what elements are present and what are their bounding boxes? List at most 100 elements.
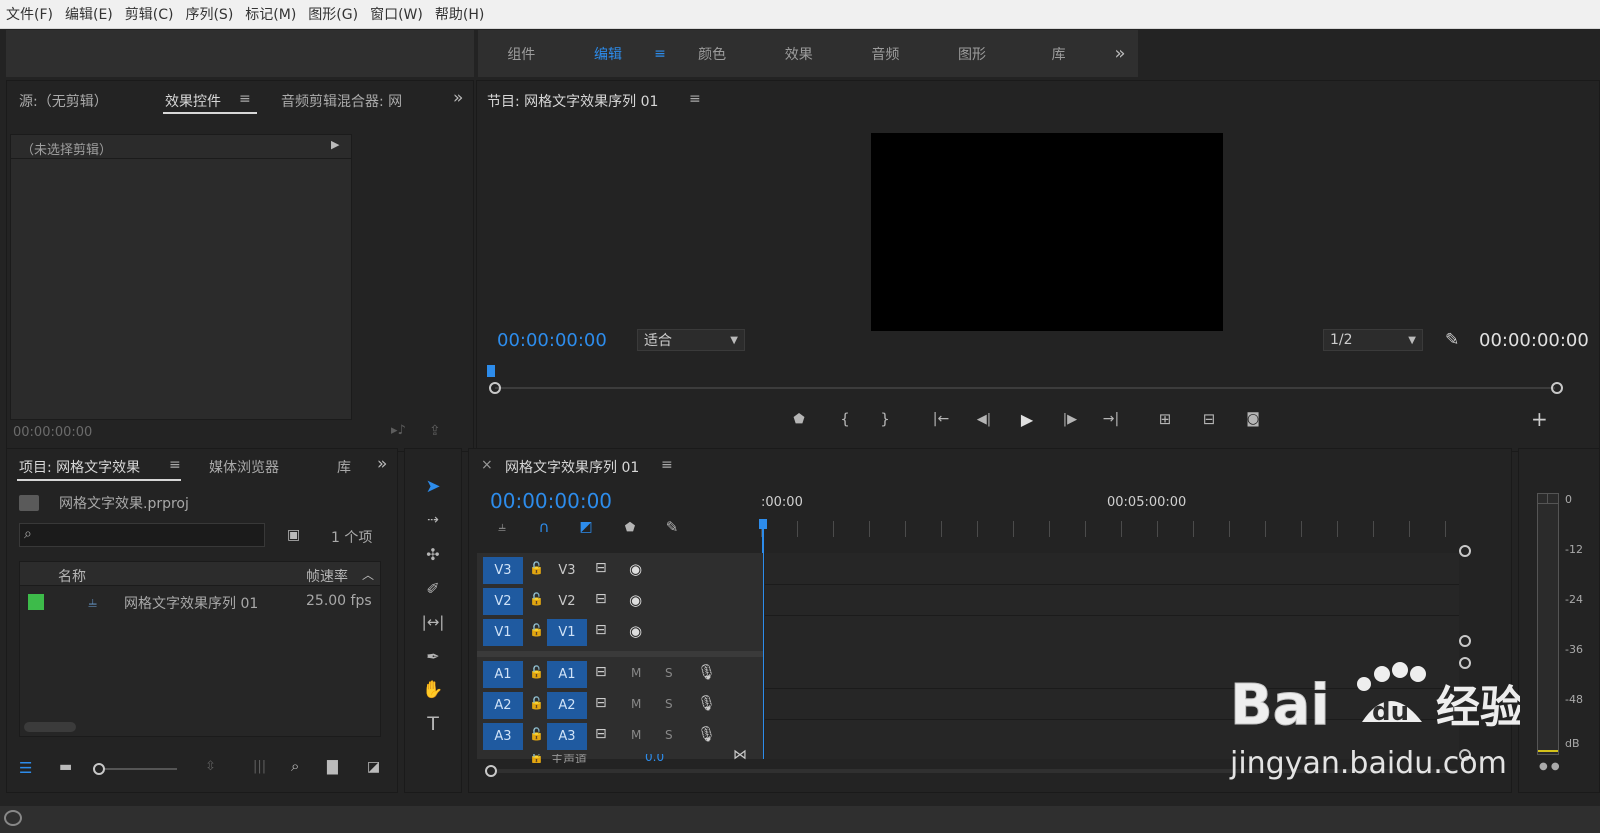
track-select-tool-icon[interactable]: ⇢ — [417, 507, 449, 533]
source-patch-a3[interactable]: A3 — [483, 723, 523, 750]
filter-icon[interactable]: ▸♪ — [391, 423, 406, 438]
workspace-color[interactable]: 颜色 — [669, 44, 756, 64]
automate-to-sequence-icon[interactable]: ||| — [253, 759, 266, 774]
solo-meter-dots[interactable]: ● ● — [1539, 761, 1560, 772]
track-target-a3[interactable]: A3 — [547, 723, 587, 750]
export-frame-camera-icon[interactable]: ◙ — [1241, 409, 1265, 429]
source-patch-v1[interactable]: V1 — [483, 619, 523, 646]
button-editor-plus-icon[interactable]: + — [1531, 407, 1548, 431]
menu-window[interactable]: 窗口(W) — [370, 4, 423, 24]
sync-lock-icon[interactable]: ⊟ — [595, 622, 607, 638]
resolution-select[interactable]: 1/2 ▼ — [1323, 329, 1423, 351]
sort-up-icon[interactable]: ︿ — [362, 566, 374, 583]
mark-out-icon[interactable]: } — [875, 409, 895, 429]
program-timecode-left[interactable]: 00:00:00:00 — [497, 330, 607, 351]
close-sequence-icon[interactable]: × — [481, 457, 493, 473]
tab-libraries[interactable]: 库 — [337, 457, 351, 477]
menu-file[interactable]: 文件(F) — [6, 4, 53, 24]
mute-button[interactable]: M — [631, 666, 641, 680]
add-marker-icon[interactable]: ⬟ — [789, 409, 809, 429]
lock-icon[interactable]: 🔓 — [529, 754, 544, 763]
source-patch-a1[interactable]: A1 — [483, 661, 523, 688]
wrench-icon[interactable]: ✎ — [1445, 330, 1459, 350]
sync-lock-icon[interactable]: ⊟ — [595, 560, 607, 576]
workspace-menu-icon[interactable]: ≡ — [651, 46, 669, 62]
ripple-edit-tool-icon[interactable]: ✣ — [417, 541, 449, 567]
time-ruler-ticks[interactable] — [761, 521, 1481, 537]
new-bin-folder-icon[interactable]: ▇ — [327, 759, 338, 775]
panel-menu-icon[interactable]: ≡ — [239, 91, 251, 107]
play-icon[interactable]: ▶ — [1017, 409, 1037, 429]
timeline-timecode[interactable]: 00:00:00:00 — [490, 489, 612, 513]
peak-indicator-left[interactable] — [1538, 494, 1548, 504]
microphone-icon[interactable]: 🎙 — [697, 663, 716, 681]
video-scroll-top-handle[interactable] — [1459, 545, 1471, 557]
linked-selection-icon[interactable]: ◩ — [575, 517, 597, 537]
workspace-more-icon[interactable]: » — [1102, 30, 1138, 77]
lock-icon[interactable]: 🔓 — [529, 665, 544, 679]
lock-icon[interactable]: 🔓 — [529, 592, 544, 606]
workspace-audio[interactable]: 音频 — [842, 44, 929, 64]
tab-project[interactable]: 项目: 网格文字效果 — [19, 457, 140, 477]
source-patch-v2[interactable]: V2 — [483, 588, 523, 615]
tab-media-browser[interactable]: 媒体浏览器 — [209, 457, 279, 477]
mute-button[interactable]: M — [631, 728, 641, 742]
workspace-graphics[interactable]: 图形 — [929, 44, 1016, 64]
track-target-v2[interactable]: V2 — [547, 588, 587, 615]
zoom-fit-select[interactable]: 适合 ▼ — [637, 329, 745, 351]
tab-effect-controls[interactable]: 效果控件 — [165, 91, 221, 111]
workspace-libraries[interactable]: 库 — [1015, 44, 1102, 64]
track-target-v1[interactable]: V1 — [547, 619, 587, 646]
nest-toggle-icon[interactable]: ⫨ — [491, 517, 513, 537]
solo-button[interactable]: S — [665, 697, 673, 711]
project-search-input[interactable]: ⌕ — [19, 523, 265, 547]
solo-button[interactable]: S — [665, 728, 673, 742]
extract-icon[interactable]: ⊟ — [1197, 409, 1221, 429]
panel-more-icon[interactable]: » — [453, 88, 463, 108]
selection-tool-icon[interactable]: ➤ — [417, 473, 449, 499]
menu-markers[interactable]: 标记(M) — [245, 4, 296, 24]
project-menu-icon[interactable]: ≡ — [169, 457, 181, 473]
tab-audio-clip-mixer[interactable]: 音频剪辑混合器: 网 — [281, 91, 429, 111]
sort-icon[interactable]: ⇳ — [205, 759, 216, 774]
peak-indicator-right[interactable] — [1548, 494, 1558, 504]
creative-cloud-icon[interactable] — [4, 810, 22, 826]
program-menu-icon[interactable]: ≡ — [689, 91, 701, 107]
zoom-slider-track[interactable] — [105, 768, 177, 770]
sync-lock-icon[interactable]: ⊟ — [595, 726, 607, 742]
microphone-icon[interactable]: 🎙 — [697, 725, 716, 743]
video-scroll-bottom-handle[interactable] — [1459, 635, 1471, 647]
workspace-assembly[interactable]: 组件 — [478, 44, 565, 64]
type-tool-icon[interactable]: T — [417, 711, 449, 737]
workspace-effects[interactable]: 效果 — [755, 44, 842, 64]
play-triangle-icon[interactable]: ▶ — [331, 138, 339, 151]
slip-tool-icon[interactable]: |↔| — [417, 609, 449, 635]
razor-tool-icon[interactable]: ✐ — [417, 575, 449, 601]
label-color-swatch[interactable] — [28, 594, 44, 610]
find-icon[interactable]: ⌕ — [291, 757, 299, 775]
step-back-icon[interactable]: ◀| — [973, 409, 995, 429]
solo-button[interactable]: S — [665, 666, 673, 680]
add-marker-icon[interactable]: ⬟ — [619, 517, 641, 537]
new-item-icon[interactable]: ◪ — [367, 759, 380, 775]
table-row[interactable]: ⫨ 网格文字效果序列 01 25.00 fps — [20, 588, 380, 616]
lock-icon[interactable]: 🔓 — [529, 727, 544, 741]
sync-lock-icon[interactable]: ⊟ — [595, 695, 607, 711]
eye-icon[interactable]: ◉ — [629, 622, 642, 640]
column-name[interactable]: 名称 — [58, 566, 86, 586]
mute-button[interactable]: M — [631, 697, 641, 711]
pen-tool-icon[interactable]: ✒ — [417, 643, 449, 669]
list-view-icon[interactable]: ☰ — [19, 759, 32, 777]
program-title[interactable]: 节目: 网格文字效果序列 01 — [487, 91, 658, 111]
zoom-scroll-left-handle[interactable] — [485, 765, 497, 777]
export-icon[interactable]: ⇪ — [429, 423, 441, 439]
menu-graphics[interactable]: 图形(G) — [308, 4, 358, 24]
menu-edit[interactable]: 编辑(E) — [65, 4, 113, 24]
lock-icon[interactable]: 🔓 — [529, 696, 544, 710]
lift-icon[interactable]: ⊞ — [1153, 409, 1177, 429]
source-patch-v3[interactable]: V3 — [483, 557, 523, 584]
project-more-icon[interactable]: » — [377, 454, 387, 474]
snap-magnet-icon[interactable]: ∩ — [533, 517, 555, 537]
menu-sequence[interactable]: 序列(S) — [185, 4, 233, 24]
track-target-v3[interactable]: V3 — [547, 557, 587, 584]
